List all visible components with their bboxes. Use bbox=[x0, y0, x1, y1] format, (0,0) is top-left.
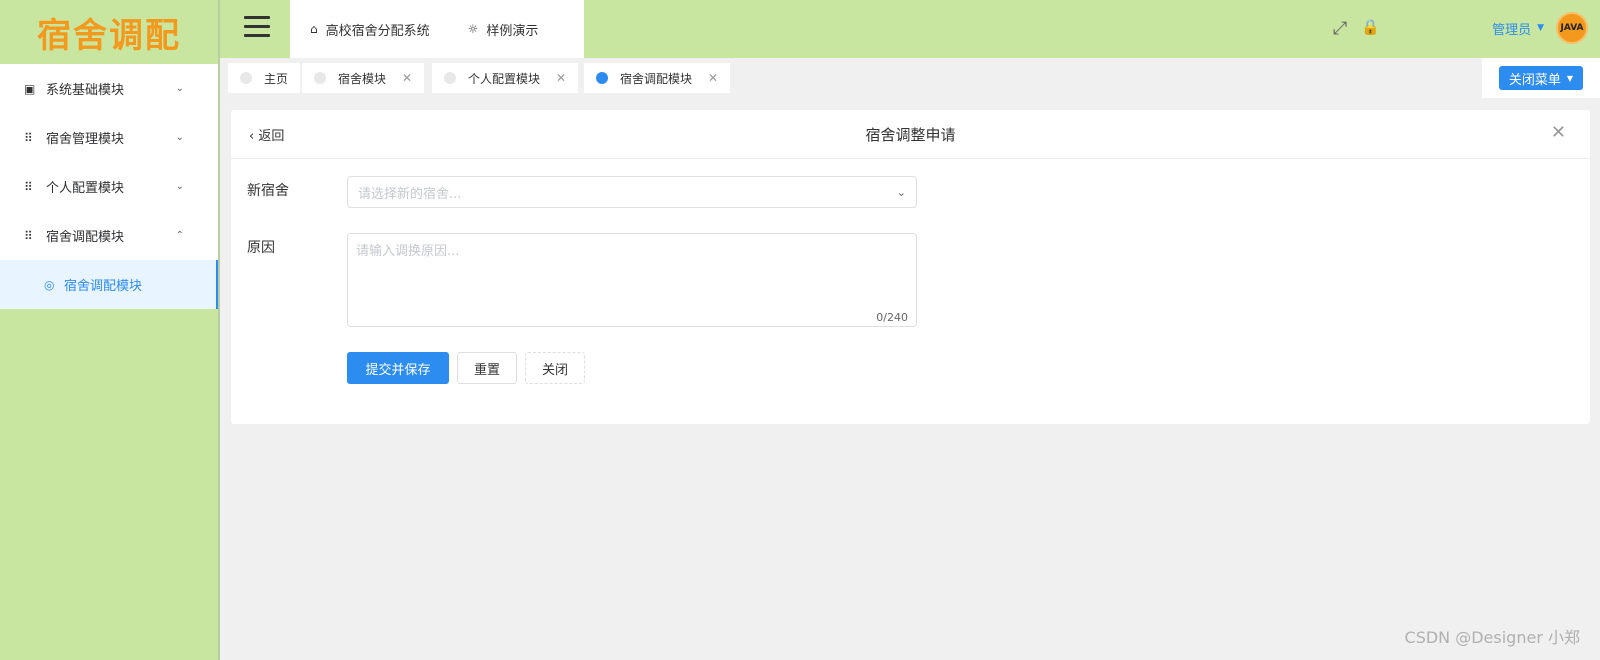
reset-button[interactable]: 重置 bbox=[457, 352, 517, 384]
chevron-down-icon: ⌄ bbox=[175, 132, 184, 143]
grid-icon: ⠿ bbox=[24, 228, 33, 243]
close-icon[interactable]: ✕ bbox=[708, 71, 718, 85]
user-menu[interactable]: 管理员 ▼ JAVA bbox=[1492, 12, 1588, 44]
tab-label: 个人配置模块 bbox=[468, 71, 541, 86]
chevron-down-icon: ⌄ bbox=[175, 83, 184, 94]
char-count: 0/240 bbox=[876, 311, 908, 324]
avatar[interactable]: JAVA bbox=[1556, 12, 1588, 44]
sidebar-subitem-label: 宿舍调配模块 bbox=[64, 279, 143, 294]
new-dorm-select[interactable]: 请选择新的宿舍... ⌄ bbox=[347, 176, 917, 208]
sidebar-item-dorm-allocation[interactable]: ⠿ 宿舍调配模块 ⌃ bbox=[0, 211, 218, 260]
tab-dorm-allocation[interactable]: 宿舍调配模块 ✕ bbox=[584, 63, 731, 93]
tab-dot-icon bbox=[240, 72, 252, 84]
caret-down-icon[interactable]: ▼ bbox=[1537, 23, 1544, 33]
nav-item-label: 样例演示 bbox=[486, 23, 539, 39]
watermark: CSDN @Designer 小郑 bbox=[1404, 628, 1580, 647]
home-icon: ⌂ bbox=[310, 22, 318, 36]
tab-personal-config[interactable]: 个人配置模块 ✕ bbox=[432, 63, 579, 93]
tab-label: 主页 bbox=[264, 71, 289, 86]
new-dorm-label: 新宿舍 bbox=[247, 183, 289, 199]
tabs-bar: 主页 宿舍模块 ✕ 个人配置模块 ✕ 宿舍调配模块 ✕ 关闭菜单 ▼ bbox=[220, 58, 1600, 98]
tab-dot-icon bbox=[314, 72, 326, 84]
sidebar: 宿舍调配 ▣ 系统基础模块 ⌄ ⠿ 宿舍管理模块 ⌄ ⠿ 个人配置模块 ⌄ ⠿ … bbox=[0, 0, 220, 660]
logo[interactable]: 宿舍调配 bbox=[0, 0, 218, 64]
chevron-up-icon: ⌃ bbox=[175, 230, 184, 241]
sidebar-item-label: 系统基础模块 bbox=[46, 83, 125, 98]
reason-textarea[interactable]: 请输入调换原因... 0/240 bbox=[347, 233, 917, 327]
logo-text: 宿舍调配 bbox=[37, 15, 181, 56]
caret-down-icon: ▼ bbox=[1566, 73, 1574, 83]
header-tools: ⤢ 🔒 bbox=[1333, 18, 1380, 39]
page-title: 宿舍调整申请 bbox=[865, 126, 956, 144]
tab-label: 宿舍模块 bbox=[338, 71, 387, 86]
sidebar-item-dorm-manage[interactable]: ⠿ 宿舍管理模块 ⌄ bbox=[0, 113, 218, 162]
card-header: ‹ 返回 宿舍调整申请 ✕ bbox=[231, 110, 1590, 159]
user-name[interactable]: 管理员 bbox=[1492, 19, 1531, 38]
sidebar-subitem-dorm-allocation[interactable]: ◎ 宿舍调配模块 bbox=[0, 260, 218, 309]
circle-icon: ◎ bbox=[44, 277, 55, 292]
tab-home[interactable]: 主页 bbox=[228, 63, 301, 93]
close-menu-label: 关闭菜单 bbox=[1508, 72, 1561, 88]
close-menu-button[interactable]: 关闭菜单 ▼ bbox=[1498, 66, 1584, 90]
close-icon[interactable]: ✕ bbox=[1551, 122, 1566, 143]
tab-label: 宿舍调配模块 bbox=[620, 71, 693, 86]
sidebar-item-label: 个人配置模块 bbox=[46, 181, 125, 196]
top-nav: ⌂ 高校宿舍分配系统 ☼ 样例演示 bbox=[290, 0, 584, 58]
nav-item-home[interactable]: ⌂ 高校宿舍分配系统 bbox=[290, 20, 430, 39]
nav-item-demo[interactable]: ☼ 样例演示 bbox=[430, 20, 539, 39]
chevron-down-icon: ⌄ bbox=[896, 185, 906, 199]
header: ⌂ 高校宿舍分配系统 ☼ 样例演示 ⤢ 🔒 管理员 ▼ JAVA bbox=[220, 0, 1600, 58]
close-menu-wrap: 关闭菜单 ▼ bbox=[1482, 58, 1600, 98]
submit-save-button[interactable]: 提交并保存 bbox=[347, 352, 449, 384]
tab-dot-icon bbox=[596, 72, 608, 84]
reason-label: 原因 bbox=[247, 240, 275, 256]
chevron-down-icon: ⌄ bbox=[175, 181, 184, 192]
grid-icon: ⠿ bbox=[24, 130, 33, 145]
new-dorm-placeholder: 请选择新的宿舍... bbox=[358, 186, 462, 202]
close-icon[interactable]: ✕ bbox=[556, 71, 566, 85]
grid-icon: ⠿ bbox=[24, 179, 33, 194]
sidebar-item-system-basic[interactable]: ▣ 系统基础模块 ⌄ bbox=[0, 64, 218, 113]
lock-icon[interactable]: 🔒 bbox=[1361, 18, 1380, 39]
sidebar-menu: ▣ 系统基础模块 ⌄ ⠿ 宿舍管理模块 ⌄ ⠿ 个人配置模块 ⌄ ⠿ 宿舍调配模… bbox=[0, 64, 218, 309]
reason-placeholder: 请输入调换原因... bbox=[356, 244, 460, 259]
nav-item-label: 高校宿舍分配系统 bbox=[325, 23, 430, 39]
sidebar-item-label: 宿舍管理模块 bbox=[46, 132, 125, 147]
close-button[interactable]: 关闭 bbox=[525, 352, 585, 384]
dorm-adjust-card: ‹ 返回 宿舍调整申请 ✕ 新宿舍 请选择新的宿舍... ⌄ 原因 请输入调换原… bbox=[231, 110, 1590, 424]
sidebar-item-personal-config[interactable]: ⠿ 个人配置模块 ⌄ bbox=[0, 162, 218, 211]
close-icon[interactable]: ✕ bbox=[402, 71, 412, 85]
tab-dot-icon bbox=[444, 72, 456, 84]
tab-dorm-module[interactable]: 宿舍模块 ✕ bbox=[302, 63, 425, 93]
chart-icon: ▣ bbox=[24, 81, 36, 96]
fullscreen-icon[interactable]: ⤢ bbox=[1333, 18, 1347, 39]
sidebar-item-label: 宿舍调配模块 bbox=[46, 230, 125, 245]
hamburger-menu-icon[interactable] bbox=[244, 16, 270, 38]
bulb-icon: ☼ bbox=[467, 22, 479, 36]
